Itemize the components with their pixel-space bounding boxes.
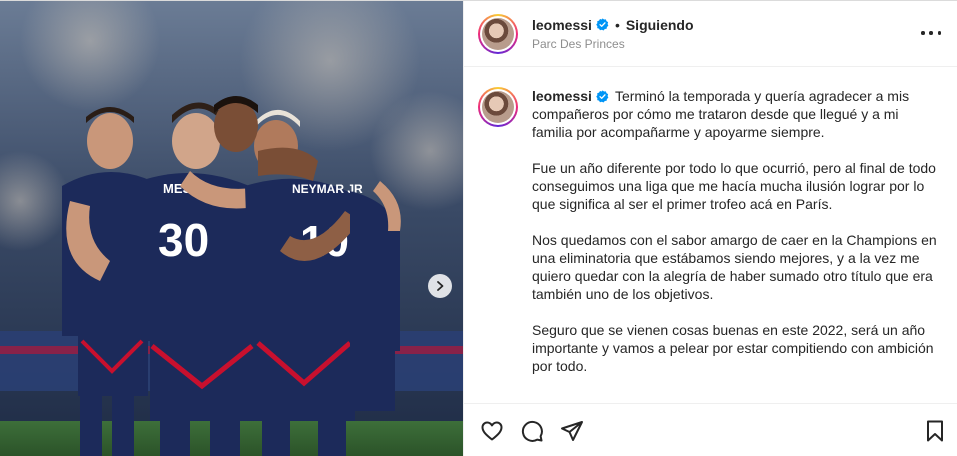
more-options-icon[interactable] [921,25,941,41]
verified-badge-icon [596,90,609,103]
post-sidebar: leomessi • Siguiendo Parc Des Princes le… [463,1,957,456]
paper-plane-icon [561,420,583,441]
post-photo[interactable]: 30 MESSI 10 NEYMAR JR [0,1,463,456]
comment-icon [521,420,543,442]
like-button[interactable] [480,419,504,443]
caption-paragraph-2: Fue un año diferente por todo lo que ocu… [532,160,936,212]
action-bar [464,403,957,456]
caption-paragraph-4: Seguro que se vienen cosas buenas en est… [532,322,934,374]
bookmark-icon [927,420,943,442]
team-celebration-photo: 30 MESSI 10 NEYMAR JR [0,1,463,456]
location-link[interactable]: Parc Des Princes [532,37,694,51]
next-photo-button[interactable] [428,274,452,298]
caption-username-link[interactable]: leomessi [532,88,592,104]
avatar-image [482,17,514,50]
caption-paragraph-3: Nos quedamos con el sabor amargo de caer… [532,232,937,302]
save-button[interactable] [923,419,947,443]
jersey-number-30: 30 [158,214,209,266]
chevron-right-icon [437,281,444,291]
caption-avatar[interactable] [478,87,518,127]
caption-text: leomessi Terminó la temporada y quería a… [532,87,942,403]
instagram-post: 30 MESSI 10 NEYMAR JR [0,0,957,456]
player-right [350,181,401,411]
comment-button[interactable] [520,419,544,443]
avatar[interactable] [478,13,518,54]
verified-badge-icon [596,18,609,31]
post-header: leomessi • Siguiendo Parc Des Princes [464,1,957,67]
share-button[interactable] [560,419,584,443]
caption-section: leomessi Terminó la temporada y quería a… [464,67,957,403]
following-button[interactable]: Siguiendo [626,17,694,33]
avatar-image [482,91,514,123]
separator-dot: • [614,16,620,33]
heart-icon [481,421,503,440]
username-link[interactable]: leomessi [532,17,592,33]
